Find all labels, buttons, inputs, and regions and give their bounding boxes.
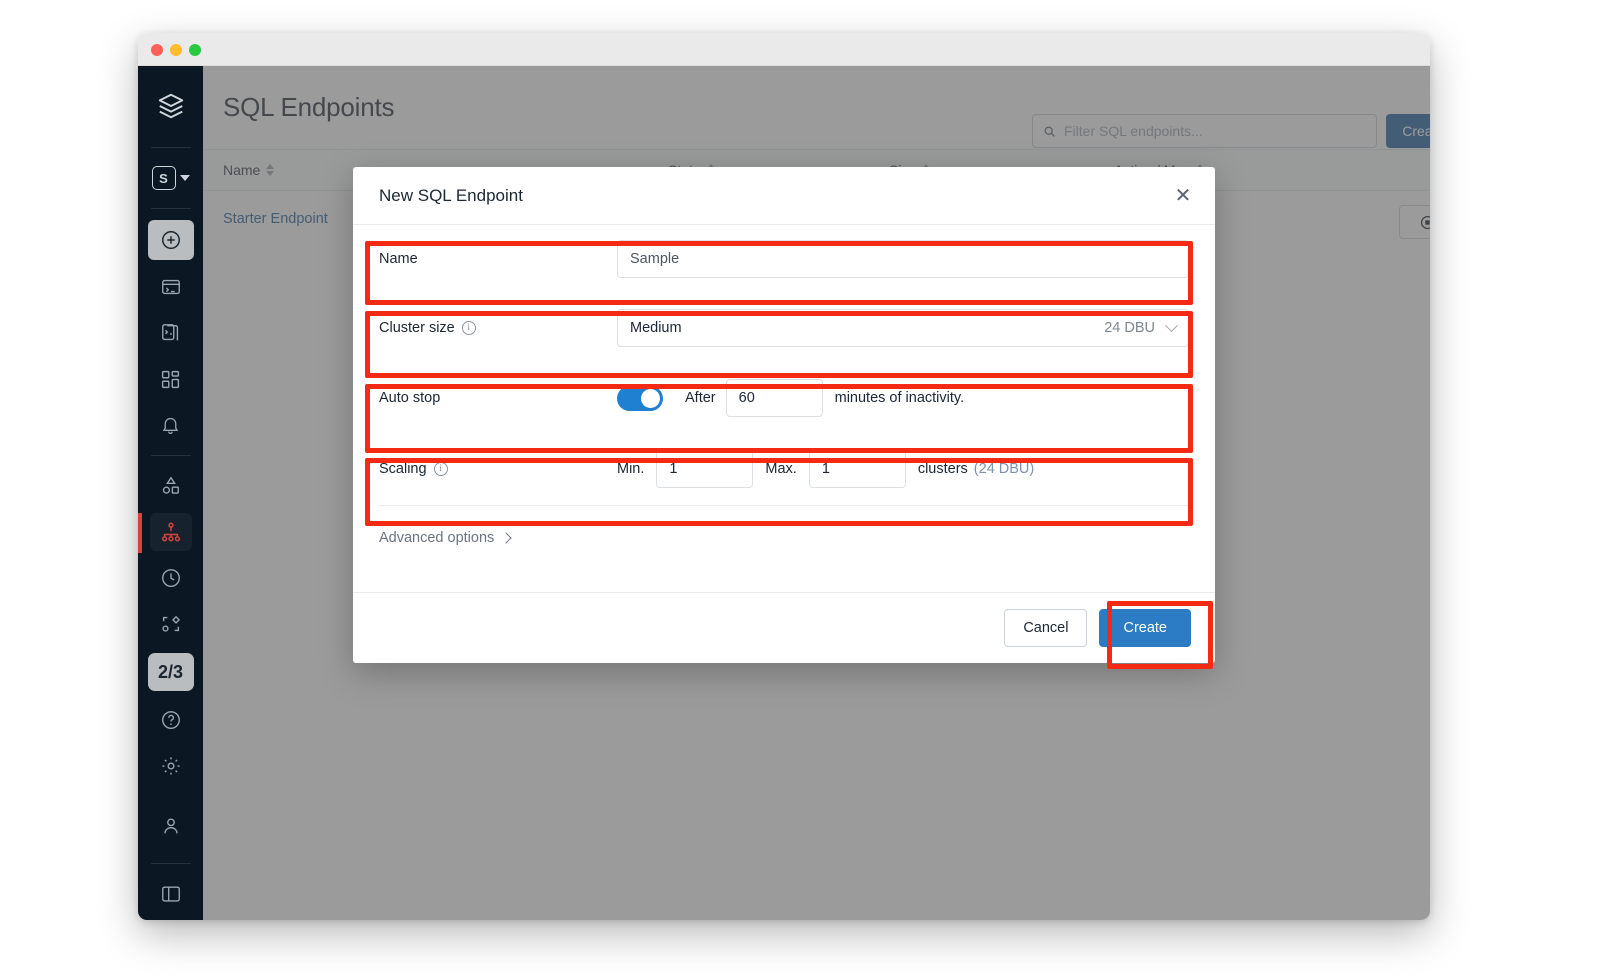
window-minimize-button[interactable] <box>170 44 182 56</box>
cluster-size-label: Cluster size i <box>379 320 617 336</box>
dialog-header: New SQL Endpoint ✕ <box>353 167 1215 225</box>
sidebar-item-data[interactable] <box>150 467 192 505</box>
scaling-max-value: 1 <box>821 461 830 477</box>
scaling-label: Scaling i <box>379 461 617 477</box>
create-button[interactable]: Create <box>1099 609 1191 647</box>
name-input[interactable]: Sample <box>617 240 1189 278</box>
sidebar-item-sql-editor[interactable] <box>150 268 192 306</box>
sidebar-divider <box>150 208 191 209</box>
sidebar-divider <box>150 863 191 864</box>
form-row-scaling: Scaling i Min. 1 Max. 1 clusters (24 DBU… <box>353 433 1215 505</box>
dialog-footer: Cancel Create <box>353 592 1215 663</box>
layers-icon[interactable] <box>150 84 192 128</box>
onboarding-progress-label: 2/3 <box>157 661 184 682</box>
sidebar-item-create-new[interactable] <box>147 220 194 260</box>
sidebar-item-alerts[interactable] <box>150 406 192 444</box>
cluster-size-dbu: 24 DBU <box>1104 320 1155 336</box>
app-window: S 2/3 New SQL Endpoint ✕ Name Sample Clu… <box>138 33 1430 920</box>
info-icon[interactable]: i <box>433 462 448 476</box>
scaling-label-text: Scaling <box>379 461 427 477</box>
dialog-form: Name Sample Cluster size i Medium 24 DBU <box>353 225 1215 570</box>
auto-stop-minutes-value: 60 <box>738 390 755 406</box>
scaling-min-input[interactable]: 1 <box>656 450 754 488</box>
cluster-size-select[interactable]: Medium 24 DBU <box>617 309 1189 347</box>
org-switcher-icon[interactable]: S <box>143 159 199 197</box>
active-indicator <box>138 513 142 553</box>
cluster-size-value: Medium <box>630 320 682 336</box>
form-row-name: Name Sample <box>353 225 1215 293</box>
scaling-max-label: Max. <box>765 461 797 477</box>
sidebar-item-queries[interactable] <box>150 314 192 352</box>
name-input-placeholder: Sample <box>630 251 680 267</box>
toggle-knob <box>641 388 660 408</box>
new-sql-endpoint-dialog: New SQL Endpoint ✕ Name Sample Cluster s… <box>353 167 1215 663</box>
sidebar-item-collapse-sidebar[interactable] <box>150 875 192 913</box>
sidebar-item-settings[interactable] <box>150 747 192 785</box>
sidebar-item-account[interactable] <box>150 807 192 845</box>
scaling-clusters-label: clusters <box>917 461 968 477</box>
window-close-button[interactable] <box>151 44 163 56</box>
chevron-right-icon <box>500 532 512 544</box>
sidebar-top-group: S <box>138 66 203 601</box>
sidebar-item-history[interactable] <box>150 559 192 597</box>
scaling-dbu-note: (24 DBU) <box>973 461 1035 477</box>
auto-stop-after-label: After <box>685 390 716 406</box>
scaling-min-label: Min. <box>617 461 645 477</box>
name-label: Name <box>379 251 418 267</box>
sidebar-bottom-group: 2/3 <box>138 601 203 920</box>
sidebar-item-partner-connect[interactable] <box>150 605 192 643</box>
sidebar-divider <box>150 147 191 148</box>
advanced-options-toggle[interactable]: Advanced options <box>353 506 1215 570</box>
sidebar: S 2/3 <box>138 66 203 920</box>
sidebar-divider <box>150 455 191 456</box>
window-zoom-button[interactable] <box>189 44 201 56</box>
sidebar-item-help[interactable] <box>150 701 192 739</box>
auto-stop-suffix: minutes of inactivity. <box>834 390 965 406</box>
auto-stop-minutes-input[interactable]: 60 <box>725 379 823 417</box>
close-icon[interactable]: ✕ <box>1171 184 1195 208</box>
auto-stop-toggle[interactable] <box>617 385 663 411</box>
auto-stop-label: Auto stop <box>379 390 441 406</box>
dialog-title: New SQL Endpoint <box>379 186 523 205</box>
scaling-min-value: 1 <box>669 461 678 477</box>
chevron-down-icon <box>1165 318 1178 332</box>
form-row-cluster-size: Cluster size i Medium 24 DBU <box>353 293 1215 363</box>
advanced-options-label: Advanced options <box>379 530 495 546</box>
scaling-max-input[interactable]: 1 <box>808 450 906 488</box>
sidebar-item-dashboards[interactable] <box>150 360 192 398</box>
cluster-size-meta: 24 DBU <box>1104 318 1178 336</box>
org-initial: S <box>151 166 176 190</box>
form-row-auto-stop: Auto stop After 60 minutes of inactivity… <box>353 363 1215 433</box>
sidebar-item-sql-endpoints[interactable] <box>138 513 192 553</box>
sidebar-item-onboarding-progress[interactable]: 2/3 <box>147 653 194 691</box>
window-titlebar <box>138 33 1430 66</box>
chevron-down-icon <box>179 175 190 181</box>
screenshot-root: S 2/3 New SQL Endpoint ✕ Name Sample Clu… <box>0 0 1600 980</box>
info-icon[interactable]: i <box>461 321 476 335</box>
cluster-size-label-text: Cluster size <box>379 320 455 336</box>
cancel-button[interactable]: Cancel <box>1004 609 1088 647</box>
